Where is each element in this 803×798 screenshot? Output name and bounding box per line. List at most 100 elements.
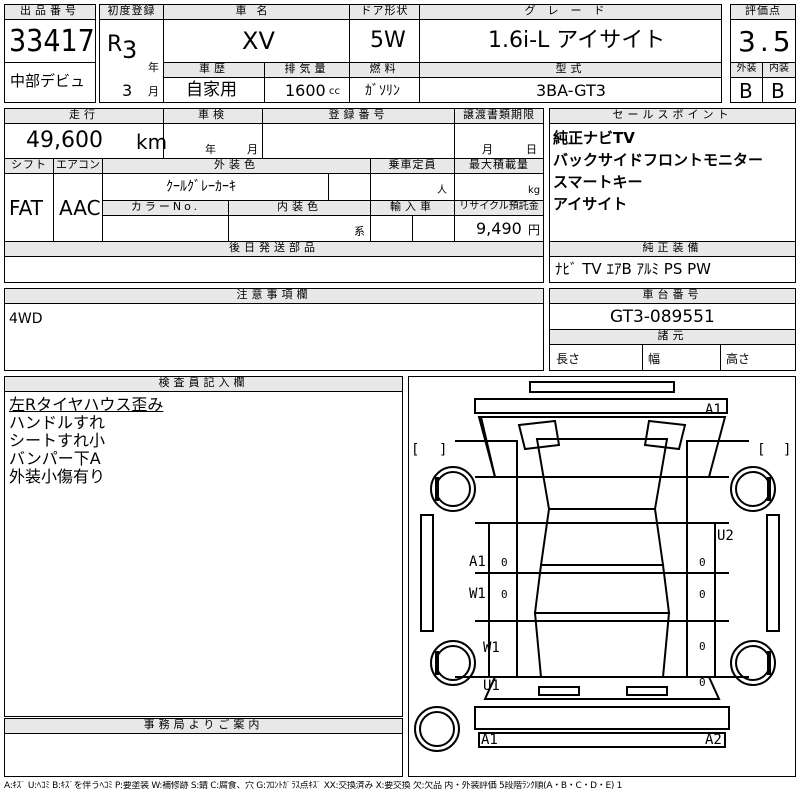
aircon: AAC: [59, 196, 101, 220]
inspector-note: シートすれ小: [9, 431, 106, 450]
height-label: 高さ: [726, 352, 751, 366]
km-unit: km: [136, 130, 168, 154]
inspector-note: 外装小傷有り: [9, 467, 106, 486]
exterior-score: B: [739, 79, 753, 103]
reg-no-header: 登録番号: [262, 108, 455, 124]
selling-points-list: 純正ナビTV バックサイドフロントモニター スマートキー アイサイト: [553, 127, 763, 215]
event-name: 中部デビュ: [10, 72, 86, 90]
damage-diagram-frame: A1 U2 A1 W1 W1 U1 A1 A2 0 0 0 0 0 0 [ ] …: [408, 376, 796, 777]
chassis-no: GT3-089551: [610, 307, 715, 327]
selling-points-header: セールスポイント: [549, 108, 796, 124]
genuine-equip-header: 純正装備: [549, 241, 796, 257]
zero-mark: 0: [699, 640, 706, 653]
door-type: 5W: [370, 28, 406, 53]
damage-label: A1: [481, 732, 498, 748]
lot-no-header: 出品番号: [4, 4, 96, 20]
selling-point: スマートキー: [553, 173, 643, 191]
inspector-note: バンパー下A: [9, 449, 101, 468]
int-color-header: 内装色: [228, 200, 371, 216]
damage-label: A1: [469, 554, 486, 570]
legend: A:ｷｽﾞ U:ﾍｺﾐ B:ｷｽﾞを伴うﾍｺﾐ P:要塗装 W:補修跡 S:錆 …: [4, 781, 799, 795]
damage-label: U2: [717, 528, 734, 544]
zero-mark: 0: [501, 556, 508, 569]
notes-text: 4WD: [9, 311, 43, 327]
office-block: [4, 733, 403, 777]
capacity-header: 乗車定員: [370, 158, 455, 174]
shift: FAT: [9, 196, 44, 220]
yen-unit: 円: [528, 223, 541, 237]
damage-label: A1: [705, 402, 722, 418]
zero-mark: 0: [501, 588, 508, 601]
month-unit: 月: [148, 85, 159, 98]
history: 自家用: [186, 80, 237, 100]
shift-header: シフト: [4, 158, 54, 174]
era: R: [107, 32, 123, 57]
exterior-score-cell: B: [730, 77, 763, 103]
car-name: XV: [242, 27, 275, 55]
transfer-month-unit: 月: [482, 143, 493, 156]
year-unit: 年: [148, 61, 159, 74]
event-cell: 中部デビュ: [4, 62, 96, 103]
reg-month: 3: [122, 81, 133, 100]
history-cell: 自家用: [163, 77, 265, 103]
capacity-unit: 人: [437, 185, 447, 196]
grade-header: グレード: [419, 4, 722, 20]
exterior-score-header: 外装: [730, 62, 763, 78]
model-code: 3BA-GT3: [536, 81, 606, 100]
damage-label: U1: [483, 678, 500, 694]
transfer-day-unit: 日: [526, 143, 537, 156]
interior-score-header: 内装: [762, 62, 796, 78]
inspector-header: 検査員記入欄: [4, 376, 403, 392]
damage-label: W1: [469, 586, 486, 602]
first-reg-cell: R 3 年 3 月: [99, 19, 164, 103]
aircon-header: エアコン: [53, 158, 103, 174]
ext-color-header: 外装色: [102, 158, 371, 174]
model-header: 型式: [419, 62, 722, 78]
inspection-header: 車検: [163, 108, 263, 124]
fuel-cell: ｶﾞｿﾘﾝ: [349, 77, 420, 103]
deferred-parts-header: 後日発送部品: [4, 241, 544, 257]
door-header: ドア形状: [349, 4, 420, 20]
mileage-header: 走行: [4, 108, 164, 124]
kei-unit: 系: [354, 225, 365, 238]
damage-label: W1: [483, 640, 500, 656]
lot-no-cell: 33417: [4, 19, 96, 63]
damage-label: A2: [705, 732, 722, 748]
bracket: [: [411, 442, 420, 458]
chassis-no-header: 車台番号: [549, 288, 796, 304]
inspector-note: 左Rタイヤハウス歪み: [9, 395, 164, 414]
import-header: 輸入車: [370, 200, 455, 216]
score-header: 評価点: [730, 4, 796, 20]
notes-header: 注意事項欄: [4, 288, 544, 304]
zero-mark: 0: [699, 676, 706, 689]
lot-no: 33417: [9, 24, 95, 59]
selling-point: 純正ナビTV: [553, 129, 635, 147]
selling-point: バックサイドフロントモニター: [553, 151, 764, 169]
recycle-header: リサイクル預託金: [454, 200, 544, 216]
displacement-header: 排気量: [264, 62, 350, 78]
first-reg-header: 初度登録: [99, 4, 164, 20]
grade-cell: 1.6i-L アイサイト: [419, 19, 722, 63]
ext-color: ｸｰﾙｸﾞﾚｰｶｰｷ: [166, 179, 236, 195]
genuine-equipment: ﾅﾋﾞ TV ｴｱB ｱﾙﾐ PS PW: [555, 260, 711, 278]
width-label: 幅: [648, 352, 661, 366]
displacement: 1600: [285, 81, 326, 100]
fuel: ｶﾞｿﾘﾝ: [365, 83, 400, 99]
transfer-docs-header: 譲渡書類期限: [454, 108, 544, 124]
score-cell: 3.5: [730, 19, 796, 63]
displacement-cell: 1600 cc: [264, 77, 350, 103]
inspector-note: ハンドルすれ: [9, 413, 106, 432]
length-label: 長さ: [556, 352, 581, 366]
recycle-fee: 9,490: [476, 219, 522, 238]
max-load-unit: kg: [528, 185, 541, 196]
legend-text: A:ｷｽﾞ U:ﾍｺﾐ B:ｷｽﾞを伴うﾍｺﾐ P:要塗装 W:補修跡 S:錆 …: [4, 781, 623, 791]
score: 3.5: [738, 25, 795, 58]
zero-mark: 0: [699, 556, 706, 569]
car-diagram: [414, 381, 780, 752]
max-load-header: 最大積載量: [454, 158, 544, 174]
inspector-notes: 左Rタイヤハウス歪み ハンドルすれ シートすれ小 バンパー下A 外装小傷有り: [9, 396, 163, 486]
door-cell: 5W: [349, 19, 420, 63]
zero-mark: 0: [699, 588, 706, 601]
interior-score: B: [771, 79, 785, 103]
specs-header: 諸元: [549, 329, 796, 345]
